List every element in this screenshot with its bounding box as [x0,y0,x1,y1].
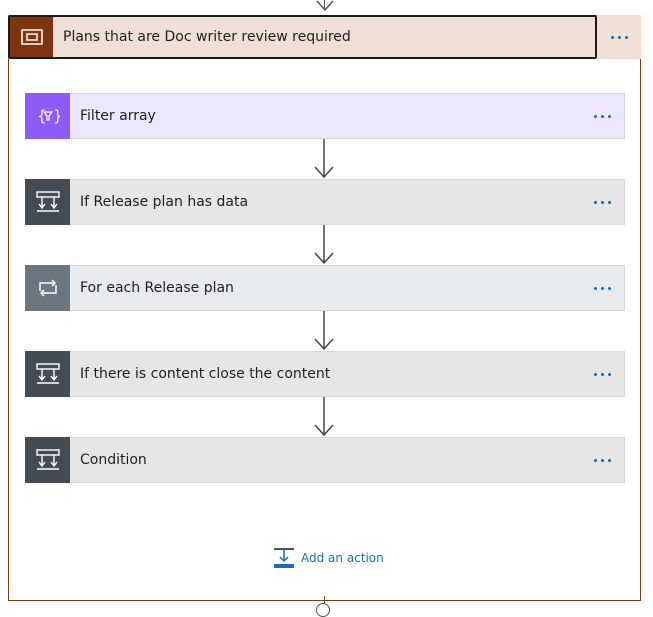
condition-icon [25,351,70,397]
add-action-label: Add an action [301,551,384,565]
action-label: Condition [80,452,147,468]
action-card-filter-array[interactable]: { } Filter array [25,93,625,139]
more-options-icon[interactable] [587,449,617,471]
scope-icon [10,17,53,57]
arrow-down-icon [316,0,334,12]
action-card-if-release-plan[interactable]: If Release plan has data [25,179,625,225]
add-action-icon [274,548,294,568]
svg-text:}: } [53,107,60,125]
arrow-down-icon [314,225,334,265]
action-label: If Release plan has data [80,194,249,210]
action-label: If there is content close the content [80,366,331,382]
arrow-down-icon [314,139,334,179]
filter-array-icon: { } [25,93,70,139]
action-card-if-there-is-content[interactable]: If there is content close the content [25,351,625,397]
add-action-button[interactable]: Add an action [273,546,384,570]
scope-title: Plans that are Doc writer review require… [63,29,351,45]
condition-icon [25,179,70,225]
more-options-icon[interactable] [587,191,617,213]
action-card-for-each-release-plan[interactable]: For each Release plan [25,265,625,311]
more-options-icon[interactable] [604,26,634,48]
condition-icon [25,437,70,483]
arrow-down-icon [314,311,334,351]
action-label: Filter array [80,108,156,124]
action-label: For each Release plan [80,280,234,296]
more-options-icon[interactable] [587,105,617,127]
loop-icon [25,265,70,311]
arrow-down-icon [314,397,334,437]
action-card-condition[interactable]: Condition [25,437,625,483]
svg-text:{: { [37,107,47,125]
more-options-icon[interactable] [587,363,617,385]
add-step-circle[interactable] [316,603,330,617]
more-options-icon[interactable] [587,277,617,299]
